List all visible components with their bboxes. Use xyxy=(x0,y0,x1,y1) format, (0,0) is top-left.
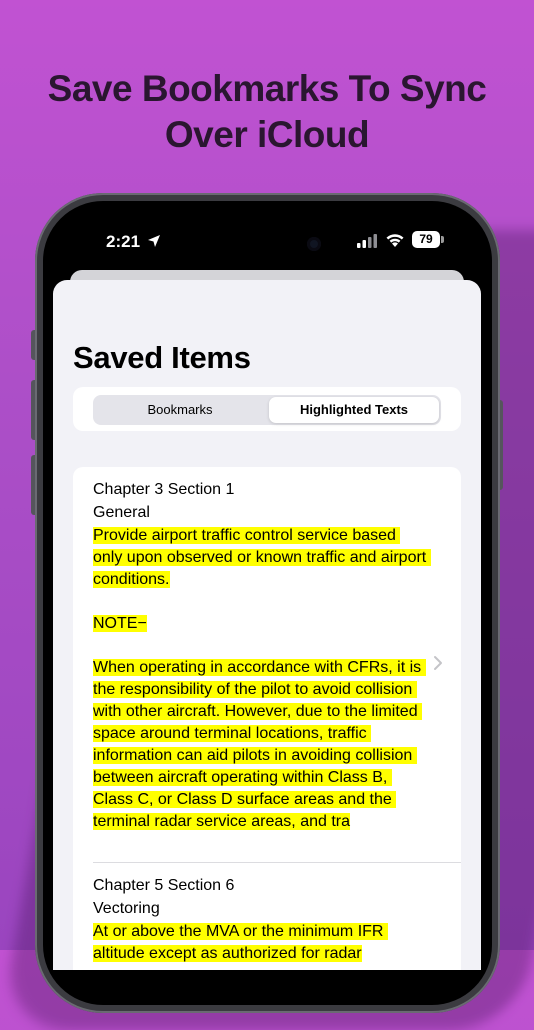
location-arrow-icon xyxy=(148,235,160,247)
list-divider xyxy=(93,862,461,863)
headline-line-1: Save Bookmarks To Sync xyxy=(47,68,487,109)
page-title: Saved Items xyxy=(73,340,251,375)
item-subtitle: General xyxy=(93,504,150,521)
status-time: 2:21 xyxy=(106,232,141,251)
signal-icon xyxy=(357,234,377,248)
battery-tip xyxy=(441,236,444,243)
item-title: Chapter 5 Section 6 xyxy=(93,877,235,894)
highlighted-text: At or above the MVA or the minimum IFR a… xyxy=(93,923,388,962)
headline-line-2: Over iCloud xyxy=(164,114,370,155)
saved-items-list: Chapter 3 Section 1 General Provide airp… xyxy=(73,467,461,970)
highlighted-text: Provide airport traffic control service … xyxy=(93,527,431,830)
battery-level: 79 xyxy=(412,231,440,248)
chevron-right-icon xyxy=(434,656,442,670)
item-highlighted-text: At or above the MVA or the minimum IFR a… xyxy=(93,921,428,965)
headline: Save Bookmarks To Sync Over iCloud xyxy=(0,66,534,158)
segment-card: Bookmarks Highlighted Texts xyxy=(73,387,461,431)
phone-screen: 2:21 79 Saved Items Bookmarks Highlighte… xyxy=(52,210,482,970)
battery-icon: 79 xyxy=(412,231,444,248)
wifi-icon xyxy=(386,234,404,247)
tab-bookmarks[interactable]: Bookmarks xyxy=(95,397,265,423)
segmented-control: Bookmarks Highlighted Texts xyxy=(93,395,441,425)
saved-items-sheet: Saved Items Bookmarks Highlighted Texts … xyxy=(53,280,481,970)
front-camera xyxy=(307,237,321,251)
tab-highlighted-texts[interactable]: Highlighted Texts xyxy=(269,397,439,423)
item-highlighted-text: Provide airport traffic control service … xyxy=(93,525,431,833)
item-subtitle: Vectoring xyxy=(93,900,160,917)
item-title: Chapter 3 Section 1 xyxy=(93,481,235,498)
